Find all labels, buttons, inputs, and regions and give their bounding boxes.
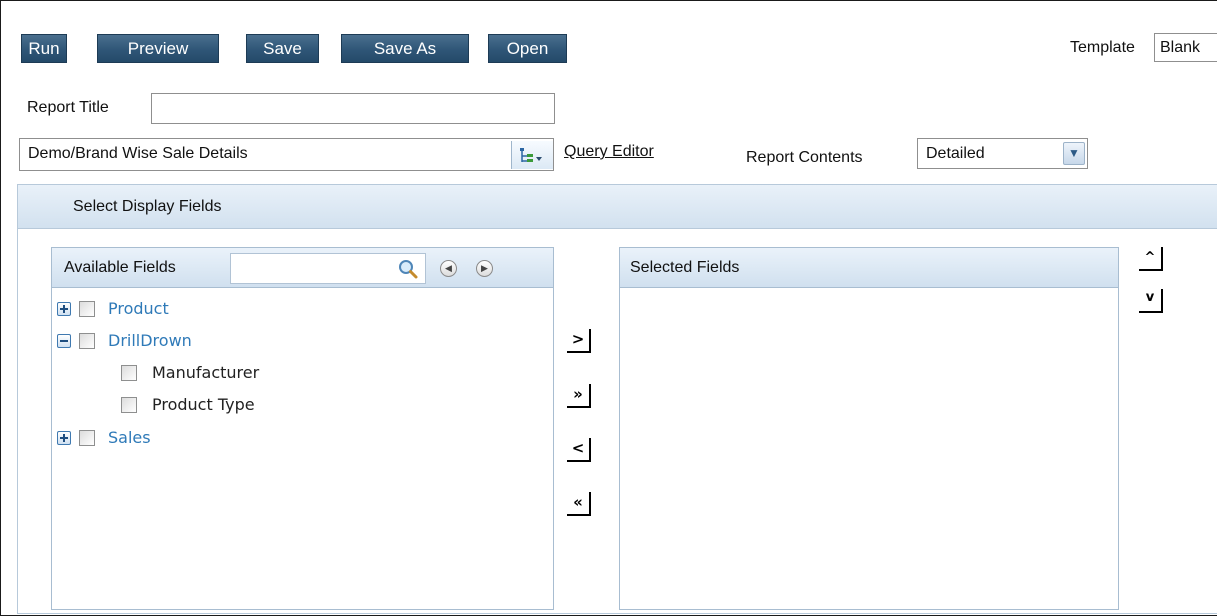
tree-node-label: Sales: [108, 428, 151, 447]
tree-node-sales[interactable]: Sales: [52, 428, 532, 450]
selected-fields-list: Selected Fields: [619, 247, 1119, 610]
prev-icon[interactable]: ◀: [440, 260, 457, 277]
move-left-button[interactable]: <: [567, 438, 591, 462]
available-fields-list: Available Fields ◀ ▶ Product DrillDrown …: [51, 247, 554, 610]
expand-icon[interactable]: [57, 302, 71, 316]
manufacturer-checkbox[interactable]: [121, 365, 137, 381]
report-designer: Run Preview Save Save As Open Template B…: [0, 0, 1217, 616]
tree-node-label: DrillDrown: [108, 331, 192, 350]
move-down-button[interactable]: v: [1139, 289, 1163, 313]
display-fields-panel: Select Display Fields Available Fields ◀…: [17, 184, 1217, 614]
sales-checkbox[interactable]: [79, 430, 95, 446]
selected-fields-header: Selected Fields: [620, 248, 1118, 288]
move-right-button[interactable]: >: [567, 329, 591, 353]
field-search-input[interactable]: [230, 253, 426, 284]
preview-button[interactable]: Preview: [97, 34, 219, 63]
product-checkbox[interactable]: [79, 301, 95, 317]
run-button[interactable]: Run: [21, 34, 67, 63]
move-all-left-button[interactable]: «: [567, 492, 591, 516]
drilldrown-checkbox[interactable]: [79, 333, 95, 349]
query-path-text: Demo/Brand Wise Sale Details: [28, 145, 248, 162]
query-path-field[interactable]: Demo/Brand Wise Sale Details: [19, 138, 554, 171]
chevron-down-icon[interactable]: ▼: [1063, 142, 1085, 165]
display-fields-header: Select Display Fields: [18, 185, 1217, 229]
report-contents-select[interactable]: Detailed ▼: [917, 138, 1088, 169]
display-fields-title: Select Display Fields: [73, 198, 222, 215]
tree-node-product[interactable]: Product: [52, 299, 532, 321]
tree-node-label: Manufacturer: [152, 363, 260, 382]
tree-view-icon: [520, 148, 542, 162]
tree-node-label: Product: [108, 299, 169, 318]
open-button[interactable]: Open: [488, 34, 567, 63]
query-editor-link[interactable]: Query Editor: [564, 143, 654, 161]
tree-node-drilldrown[interactable]: DrillDrown: [52, 331, 532, 353]
save-as-button[interactable]: Save As: [341, 34, 469, 63]
move-all-right-button[interactable]: »: [567, 384, 591, 408]
selected-fields-label: Selected Fields: [630, 259, 740, 276]
available-fields-label: Available Fields: [64, 259, 176, 276]
report-contents-label: Report Contents: [746, 149, 863, 166]
collapse-icon[interactable]: [57, 334, 71, 348]
query-tree-button[interactable]: [511, 141, 553, 169]
report-title-input[interactable]: [151, 93, 555, 124]
expand-icon[interactable]: [57, 431, 71, 445]
next-icon[interactable]: ▶: [476, 260, 493, 277]
template-select[interactable]: Blank: [1154, 33, 1217, 62]
tree-node-manufacturer[interactable]: Manufacturer: [52, 363, 532, 385]
available-fields-header: Available Fields ◀ ▶: [52, 248, 553, 288]
report-title-label: Report Title: [27, 99, 109, 116]
tree-node-product-type[interactable]: Product Type: [52, 395, 532, 417]
report-contents-value: Detailed: [926, 145, 985, 162]
move-up-button[interactable]: ^: [1139, 247, 1163, 271]
template-label: Template: [1070, 39, 1135, 56]
tree-node-label: Product Type: [152, 395, 255, 414]
search-icon[interactable]: [397, 258, 419, 280]
product-type-checkbox[interactable]: [121, 397, 137, 413]
save-button[interactable]: Save: [246, 34, 319, 63]
